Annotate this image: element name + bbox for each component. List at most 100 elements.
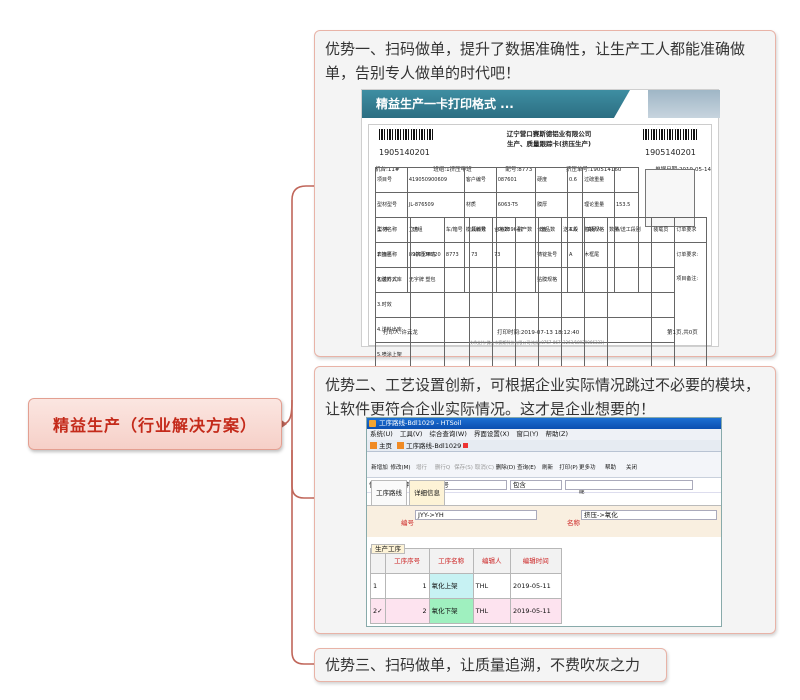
process-step: 3.时效 <box>374 292 412 318</box>
process-header-cell: 填写人 <box>584 217 609 243</box>
toolbar-label: 保存(S) <box>454 465 473 471</box>
document-icon <box>397 442 404 449</box>
subtab-detail[interactable]: 详细信息 <box>409 480 445 505</box>
name-field[interactable]: 挤压->氧化 <box>581 510 717 520</box>
home-icon <box>370 442 377 449</box>
grid-cell: THL <box>472 573 511 599</box>
sub-tabs: 工序路线 详细信息 <box>367 480 721 505</box>
operator-value: 包含 <box>512 481 526 489</box>
process-header-cell: 车/箱号 <box>443 217 471 243</box>
process-header-cell: 副产数 <box>515 217 540 243</box>
grid-row[interactable]: 1 1 氧化上架 THL 2019-05-11 <box>370 573 562 599</box>
subtab-route[interactable]: 工序路线 <box>371 480 407 505</box>
process-step: 1.挤压 <box>374 242 412 268</box>
process-cell <box>469 267 494 293</box>
process-cell <box>607 317 653 343</box>
app-icon <box>369 420 376 427</box>
process-grid: 工序序号 工序名称 编辑人 编辑时间 1 1 氧化上架 THL 2019-05-11 2✓ 2 氧化下… <box>370 548 562 624</box>
info-cell: 理论重量 <box>582 192 615 218</box>
process-row: 1.挤压 1挤压甲班 8773 73 73 订单要求: 项目备注: <box>374 242 707 443</box>
process-cell <box>469 292 494 318</box>
process-cell <box>443 342 471 368</box>
topic-advantage-2[interactable]: 优势二、工艺设置创新，可根据企业实际情况跳过不必要的模块，让软件更符合企业实际情… <box>314 366 776 634</box>
card-title: 辽宁营口赛斯德铝业有限公司 生产、质量跟踪卡(挤压生产) <box>489 129 609 149</box>
info-cell <box>613 167 640 193</box>
process-header-cell: 领料数 <box>469 217 494 243</box>
process-header-cell: 班组 <box>410 217 445 243</box>
print-card-header: 精益生产一卡打印格式 ... <box>362 90 630 118</box>
window-title: 工序路线-Bdl1029 - HTSoil <box>379 419 462 427</box>
process-header-cell: 数量/送工段别 <box>607 217 653 243</box>
info-cell: 硬度 <box>535 167 568 193</box>
search-input[interactable] <box>564 480 693 490</box>
process-cell: 73 <box>492 242 517 268</box>
process-cell <box>584 292 609 318</box>
barcode-left <box>379 129 435 140</box>
toolbar-label: 取消(C) <box>474 465 495 471</box>
info-cell: JL-876509 <box>406 192 465 218</box>
grid-row[interactable]: 2✓ 2 氧化下架 THL 2019-05-11 <box>370 598 562 624</box>
info-cell: 419050900609 <box>406 167 465 193</box>
process-cell <box>443 267 471 293</box>
page-number: 第1页,共0页 <box>667 330 698 336</box>
toolbar-button[interactable]: 取消(C) <box>474 452 495 477</box>
process-header-cell: 装载员 <box>651 217 676 243</box>
grid-cell: 氧化下架 <box>428 598 474 624</box>
card-subtitle: 生产、质量跟踪卡(挤压生产) <box>507 140 591 148</box>
info-cell: 087601 <box>495 167 537 193</box>
process-cell <box>607 242 653 268</box>
process-header-cell: 订单要求 <box>674 217 707 243</box>
grid-cell: 2✓ <box>370 598 386 624</box>
window-title-bar: 工序路线-Bdl1029 - HTSoil <box>367 418 721 429</box>
process-cell <box>492 267 517 293</box>
process-cell: 73 <box>469 242 494 268</box>
process-cell <box>443 292 471 318</box>
toolbar-button[interactable]: 刷新 <box>537 452 558 477</box>
process-header-cell: 送工段 <box>561 217 586 243</box>
toolbar-label: 刷新 <box>541 465 553 471</box>
toolbar-button[interactable]: 更多功能 <box>579 452 600 495</box>
info-cell: 型材型号 <box>375 192 408 218</box>
mind-map: 精益生产（行业解决方案） 优势一、扫码做单，提升了数据准确性，让生产工人都能准确… <box>0 0 800 700</box>
grid-cell: 2019-05-11 <box>509 573 562 599</box>
print-card-screenshot: 精益生产一卡打印格式 ... 1905140201 1905140201 辽宁营… <box>361 89 720 443</box>
grid-cell: 氧化上架 <box>428 573 474 599</box>
toolbar-button[interactable]: 保存(S) <box>453 452 474 477</box>
code-field[interactable]: JYY->YH <box>415 510 537 520</box>
close-icon[interactable] <box>463 443 469 448</box>
info-cell: 过磅重量 <box>582 167 615 193</box>
process-cell <box>410 267 445 293</box>
grid-cell: THL <box>472 598 511 624</box>
process-cell <box>651 292 676 318</box>
info-row: 项目号 419050900609 客户编号 087601 硬度 0.6 过磅重量 <box>375 167 640 193</box>
connector-topic-3 <box>291 450 314 665</box>
process-header-cell: 废品数 <box>538 217 563 243</box>
toolbar-button[interactable]: 关闭 <box>621 452 642 477</box>
info-cell: 153.5 <box>613 192 640 218</box>
toolbar-button[interactable]: 打印(P) <box>558 452 579 477</box>
menu-item[interactable]: 界面设置(X) <box>474 429 510 440</box>
barcode-right <box>643 129 699 140</box>
root-topic[interactable]: 精益生产（行业解决方案） <box>28 398 282 450</box>
grid-cell: 1 <box>370 573 386 599</box>
process-cell <box>584 267 609 293</box>
menu-item[interactable]: 帮助(Z) <box>545 429 568 440</box>
toolbar-label: 打印(P) <box>559 465 578 471</box>
process-row: 3.时效 <box>374 292 707 318</box>
topic-advantage-1[interactable]: 优势一、扫码做单，提升了数据准确性，让生产工人都能准确做单，告别专人做单的时代吧… <box>314 30 776 443</box>
operator-select[interactable]: 包含 <box>509 480 562 490</box>
process-cell <box>561 292 586 318</box>
process-cell: 1挤压甲班 <box>410 242 445 268</box>
toolbar-button[interactable]: 帮助 <box>600 452 621 477</box>
process-header-row: 工 序班组 车/箱号 领料数 合格数 副产数 废品数 送工段 填写人 数量/送工段别 装载员 订单要… <box>374 217 707 243</box>
topic-advantage-3[interactable]: 优势三、扫码做单，让质量追溯，不费吹灰之力 <box>314 648 667 682</box>
info-cell: 项目号 <box>375 167 408 193</box>
grid-header-cell: 工序名称 <box>428 548 474 574</box>
menu-item[interactable]: 窗口(Y) <box>516 429 538 440</box>
info-cell: 材质 <box>463 192 497 218</box>
grid-cell: 2 <box>384 598 430 624</box>
connector-trunk <box>281 185 314 425</box>
toolbar-label: 关闭 <box>625 465 637 471</box>
connector-topic-2 <box>291 400 314 499</box>
grid-header-cell: 编辑人 <box>472 548 511 574</box>
